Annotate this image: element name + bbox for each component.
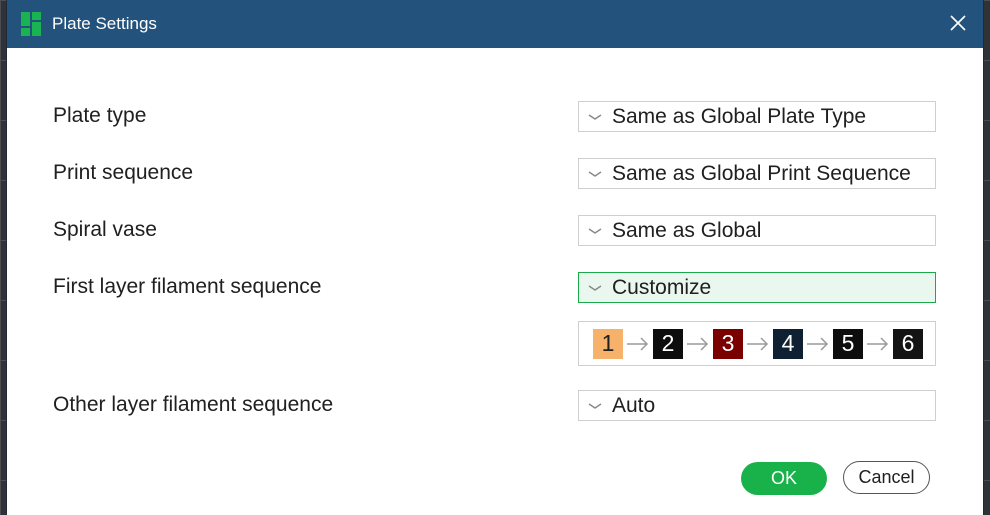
app-logo-icon <box>21 12 41 36</box>
print-sequence-value: Same as Global Print Sequence <box>612 161 911 185</box>
plate-type-value: Same as Global Plate Type <box>612 104 867 128</box>
filament-sequence-editor: 123456 <box>578 321 936 366</box>
chevron-down-icon <box>588 113 602 120</box>
first-layer-sequence-value: Customize <box>612 275 712 299</box>
close-icon <box>950 15 966 31</box>
filament-chip-4[interactable]: 4 <box>773 328 803 359</box>
chevron-down-icon <box>588 402 602 409</box>
chevron-down-icon <box>588 284 602 291</box>
chevron-down-icon <box>588 170 602 177</box>
first-layer-sequence-dropdown[interactable]: Customize <box>578 272 936 303</box>
print-sequence-label: Print sequence <box>53 161 194 184</box>
title-bar: Plate Settings <box>7 0 983 48</box>
spiral-vase-label: Spiral vase <box>53 218 157 241</box>
arrow-right-icon <box>743 329 773 359</box>
filament-chip-6[interactable]: 6 <box>893 328 923 359</box>
plate-type-dropdown[interactable]: Same as Global Plate Type <box>578 101 936 132</box>
first-layer-sequence-label: First layer filament sequence <box>53 275 322 298</box>
plate-settings-dialog: Plate Settings Plate type Same as Global… <box>7 0 983 515</box>
window-title: Plate Settings <box>52 14 157 33</box>
spiral-vase-dropdown[interactable]: Same as Global <box>578 215 936 246</box>
filament-chip-3[interactable]: 3 <box>713 328 743 359</box>
other-layer-sequence-label: Other layer filament sequence <box>53 393 334 416</box>
arrow-right-icon <box>623 329 653 359</box>
filament-chip-2[interactable]: 2 <box>653 328 683 359</box>
plate-type-label: Plate type <box>53 104 147 127</box>
filament-chip-5[interactable]: 5 <box>833 328 863 359</box>
filament-chip-1[interactable]: 1 <box>593 328 623 359</box>
arrow-right-icon <box>683 329 713 359</box>
chevron-down-icon <box>588 227 602 234</box>
ok-button[interactable]: OK <box>741 462 827 495</box>
close-button[interactable] <box>947 12 969 34</box>
cancel-button[interactable]: Cancel <box>843 461 930 494</box>
spiral-vase-value: Same as Global <box>612 218 762 242</box>
other-layer-sequence-value: Auto <box>612 393 656 417</box>
arrow-right-icon <box>863 329 893 359</box>
other-layer-sequence-dropdown[interactable]: Auto <box>578 390 936 421</box>
print-sequence-dropdown[interactable]: Same as Global Print Sequence <box>578 158 936 189</box>
arrow-right-icon <box>803 329 833 359</box>
